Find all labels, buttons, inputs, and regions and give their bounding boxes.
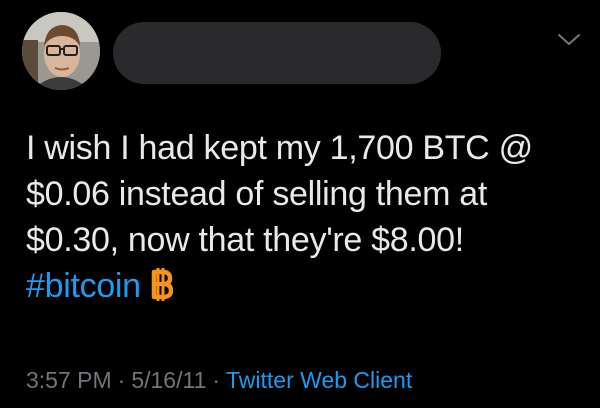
tweet-client-link[interactable]: Twitter Web Client (226, 367, 412, 393)
chevron-down-icon[interactable] (556, 31, 582, 49)
tweet-text-line: $0.30, now that they're $8.00! (26, 221, 464, 259)
bitcoin-symbol-icon (149, 267, 174, 301)
tweet-text-line: I wish I had kept my 1,700 BTC @ (26, 129, 533, 167)
tweet-meta: 3:57 PM · 5/16/11 · Twitter Web Client (26, 366, 412, 394)
meta-separator: · (117, 367, 126, 393)
author-name-redacted (113, 22, 441, 84)
tweet-text-line: $0.06 instead of selling them at (26, 175, 488, 213)
hashtag-link[interactable]: #bitcoin (26, 267, 141, 305)
tweet-time[interactable]: 3:57 PM (26, 367, 112, 393)
avatar-photo (22, 12, 100, 90)
tweet-text: I wish I had kept my 1,700 BTC @ $0.06 i… (26, 125, 586, 309)
tweet-text-line: #bitcoin (26, 263, 586, 309)
tweet-date[interactable]: 5/16/11 (131, 367, 206, 393)
meta-separator: · (212, 367, 221, 393)
avatar[interactable] (22, 12, 100, 90)
